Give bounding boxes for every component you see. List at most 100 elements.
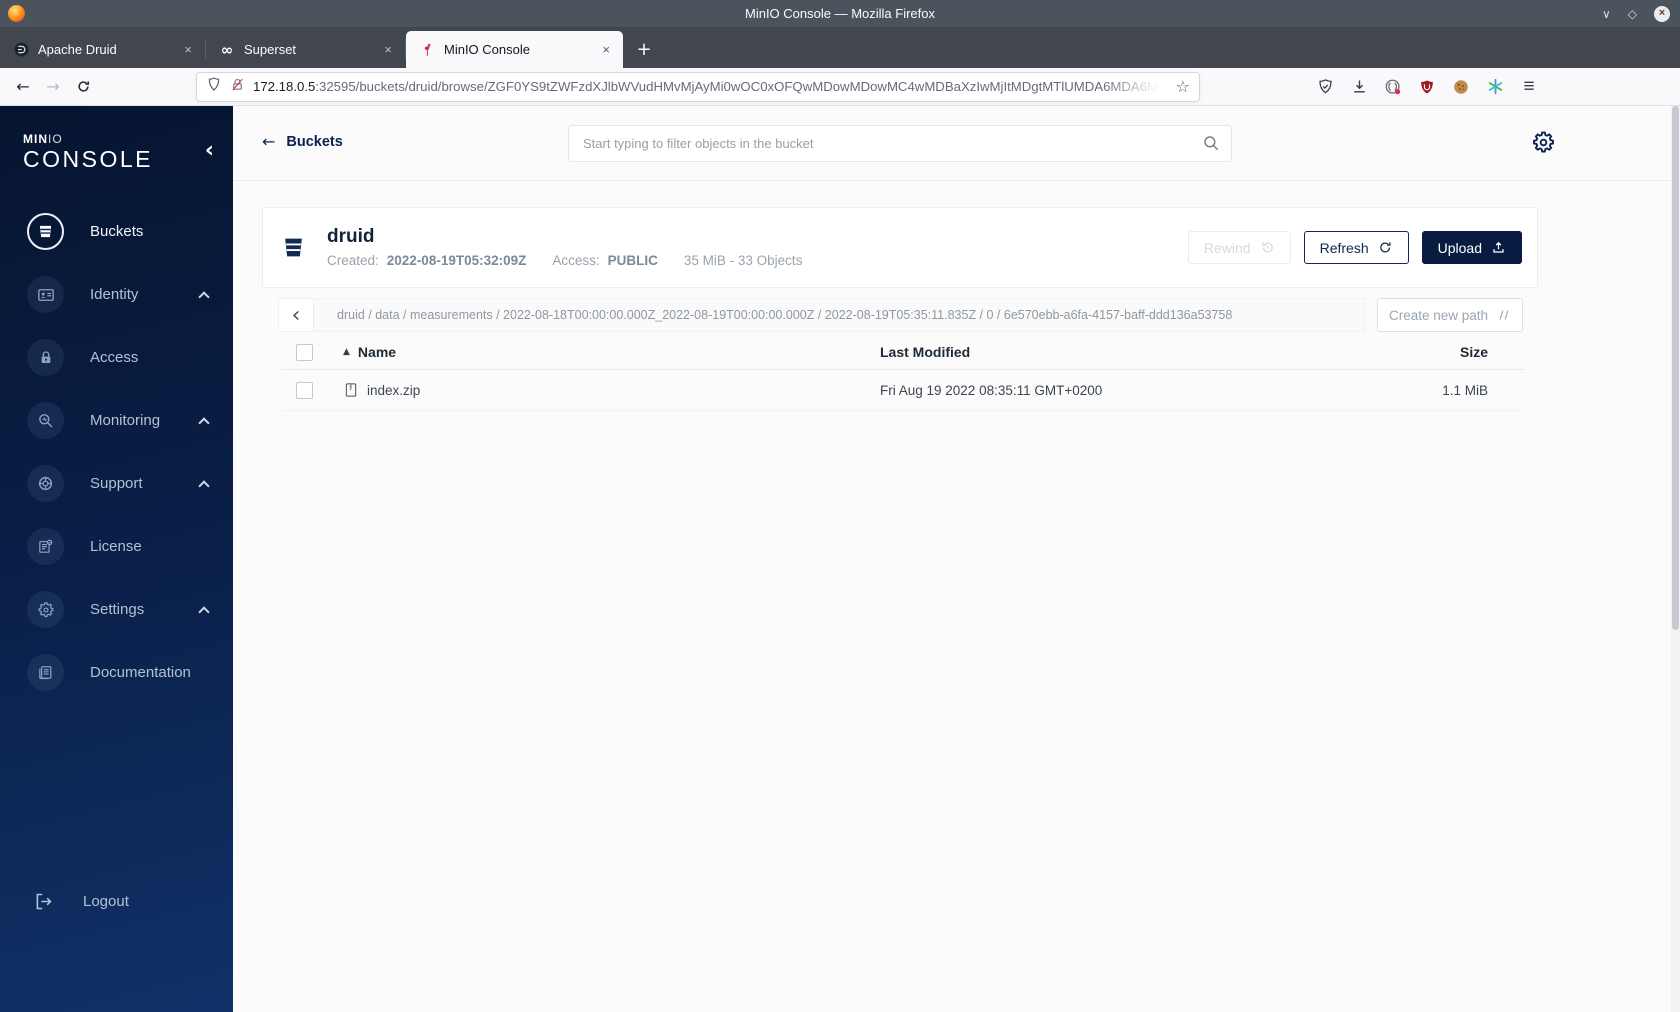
breadcrumb[interactable]: druid / data / measurements / 2022-08-18…: [314, 299, 1232, 331]
search-icon: [1202, 134, 1220, 157]
browser-reload-button[interactable]: [68, 73, 98, 101]
new-tab-button[interactable]: +: [628, 31, 660, 68]
sidebar-item-settings[interactable]: Settings: [0, 578, 233, 641]
bucket-icon: [281, 235, 308, 260]
bucket-icon: [27, 213, 64, 250]
cookie-extension-icon[interactable]: [1452, 78, 1470, 96]
browser-back-button[interactable]: ←: [8, 73, 38, 101]
sidebar-item-label: Documentation: [90, 664, 191, 681]
support-buoy-icon: [27, 465, 64, 502]
bucket-summary-card: druid Created: 2022-08-19T05:32:09Z Acce…: [262, 207, 1538, 288]
chevron-up-icon: [198, 605, 210, 618]
ublock-origin-icon[interactable]: [1418, 78, 1436, 96]
tab-superset[interactable]: ∞ Superset ×: [206, 31, 405, 68]
bucket-stats: 35 MiB - 33 Objects: [683, 253, 803, 269]
created-label: Created:: [327, 253, 379, 269]
sidebar-item-license[interactable]: License: [0, 515, 233, 578]
bucket-info: druid Created: 2022-08-19T05:32:09Z Acce…: [327, 225, 802, 269]
rewind-button[interactable]: Rewind: [1187, 231, 1291, 264]
main-content: ← Buckets Start typing to filter objects…: [233, 106, 1680, 1012]
row-checkbox[interactable]: [296, 381, 313, 399]
objects-table: ▲ Name Last Modified Size index.zip Fri …: [281, 335, 1524, 411]
logo-console-text: CONSOLE: [23, 146, 153, 172]
scrollbar-track[interactable]: [1671, 106, 1680, 1012]
minio-console-logo: MINIO CONSOLE: [23, 133, 153, 171]
access-value: PUBLIC: [607, 253, 658, 269]
url-text[interactable]: 172.18.0.5:32595/buckets/druid/browse/ZG…: [253, 79, 1168, 94]
tab-close-icon[interactable]: ×: [381, 42, 395, 57]
back-to-buckets-link[interactable]: ← Buckets: [262, 132, 343, 151]
tab-close-icon[interactable]: ×: [181, 42, 195, 57]
sidebar: MINIO CONSOLE ‹ Buckets Identity Access …: [0, 106, 233, 1012]
apache-druid-favicon-icon: [13, 42, 29, 58]
browser-forward-button[interactable]: →: [38, 73, 68, 101]
object-filter: [568, 125, 1232, 162]
window-minimize-button[interactable]: ∨: [1602, 8, 1611, 20]
sidebar-collapse-icon[interactable]: ‹: [205, 140, 214, 162]
hamburger-menu-icon[interactable]: ≡: [1520, 77, 1538, 96]
zip-file-icon: [343, 382, 359, 398]
rewind-label: Rewind: [1203, 239, 1251, 256]
create-new-path-button[interactable]: Create new path: [1377, 298, 1523, 332]
tab-minio-console[interactable]: MinIO Console ×: [406, 31, 623, 68]
sidebar-item-documentation[interactable]: Documentation: [0, 641, 233, 704]
path-breadcrumb-bar: ‹ druid / data / measurements / 2022-08-…: [278, 298, 1365, 332]
minio-console-app: MINIO CONSOLE ‹ Buckets Identity Access …: [0, 106, 1680, 1012]
sidebar-item-buckets[interactable]: Buckets: [0, 200, 233, 263]
settings-gear-icon[interactable]: [1531, 130, 1556, 160]
sidebar-item-label: Access: [90, 349, 139, 366]
window-close-button[interactable]: ×: [1654, 5, 1670, 22]
back-link-label: Buckets: [286, 133, 343, 150]
tab-close-icon[interactable]: ×: [599, 42, 613, 57]
sidebar-item-access[interactable]: Access: [0, 326, 233, 389]
bookmark-star-icon[interactable]: ☆: [1176, 77, 1190, 96]
scrollbar-thumb[interactable]: [1672, 106, 1679, 630]
minio-favicon-icon: [419, 42, 435, 58]
column-header-size: Size: [1459, 344, 1488, 360]
create-new-path-label: Create new path: [1388, 307, 1489, 323]
superset-favicon-icon: ∞: [220, 40, 234, 59]
container-extension-icon[interactable]: [1384, 78, 1402, 96]
upload-label: Upload: [1437, 239, 1482, 256]
tab-label: Superset: [244, 42, 297, 57]
window-titlebar: MinIO Console — Mozilla Firefox ∨ ◇ ×: [0, 0, 1680, 27]
logout-icon: [33, 891, 54, 912]
sidebar-item-label: Settings: [90, 601, 145, 618]
sidebar-item-label: Support: [90, 475, 143, 492]
window-maximize-button[interactable]: ◇: [1628, 8, 1637, 20]
sidebar-item-identity[interactable]: Identity: [0, 263, 233, 326]
bucket-meta: Created: 2022-08-19T05:32:09Z Access: PU…: [327, 253, 802, 268]
window-controls: ∨ ◇ ×: [1602, 0, 1670, 27]
url-bar[interactable]: 172.18.0.5:32595/buckets/druid/browse/ZG…: [196, 71, 1200, 102]
tracking-shield-icon[interactable]: [206, 76, 222, 97]
object-size: 1.1 MiB: [1442, 382, 1488, 398]
page-header: ← Buckets: [233, 106, 1680, 181]
select-all-checkbox[interactable]: [296, 343, 313, 361]
tab-apache-druid[interactable]: Apache Druid ×: [0, 31, 205, 68]
object-filter-input[interactable]: [568, 125, 1232, 162]
insecure-lock-icon[interactable]: [230, 77, 245, 97]
documentation-icon: [27, 654, 64, 691]
object-name[interactable]: index.zip: [367, 383, 420, 398]
lock-icon: [27, 339, 64, 376]
shield-check-extension-icon[interactable]: [1316, 78, 1334, 96]
downloads-icon[interactable]: [1350, 78, 1368, 96]
table-row[interactable]: index.zip Fri Aug 19 2022 08:35:11 GMT+0…: [281, 370, 1524, 411]
table-header-row: ▲ Name Last Modified Size: [281, 335, 1524, 370]
upload-button[interactable]: Upload: [1421, 231, 1522, 264]
sidebar-item-label: Logout: [83, 892, 129, 910]
asterisk-extension-icon[interactable]: [1486, 78, 1504, 96]
tab-strip: Apache Druid × ∞ Superset × MinIO Consol…: [0, 27, 1680, 68]
tab-label: Apache Druid: [38, 42, 117, 57]
refresh-button[interactable]: Refresh: [1303, 231, 1409, 264]
sort-asc-icon: ▲: [343, 347, 350, 357]
sidebar-item-logout[interactable]: Logout: [0, 881, 233, 921]
firefox-logo-icon: [8, 5, 25, 22]
path-back-button[interactable]: ‹: [279, 299, 314, 331]
sidebar-item-monitoring[interactable]: Monitoring: [0, 389, 233, 452]
monitoring-magnifier-icon: [27, 402, 64, 439]
logo-min-text: MIN: [23, 132, 48, 146]
sidebar-item-support[interactable]: Support: [0, 452, 233, 515]
bucket-name: druid: [327, 225, 375, 247]
column-header-name[interactable]: ▲ Name: [343, 344, 880, 360]
